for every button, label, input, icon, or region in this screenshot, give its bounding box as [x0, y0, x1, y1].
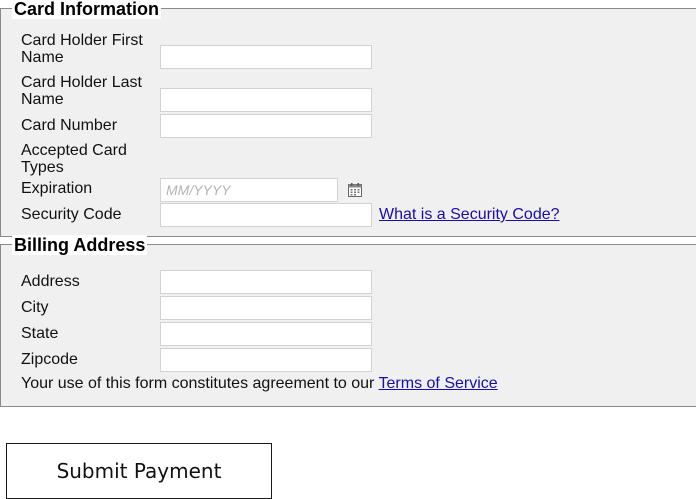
first-name-input[interactable] [160, 45, 372, 69]
city-input[interactable] [160, 296, 372, 320]
address-input[interactable] [160, 270, 372, 294]
card-information-legend: Card Information [12, 0, 162, 19]
zipcode-input[interactable] [160, 348, 372, 372]
security-code-label: Security Code [21, 206, 122, 223]
card-number-input[interactable] [160, 114, 372, 138]
billing-address-legend: Billing Address [12, 235, 148, 255]
expiration-input[interactable] [160, 178, 338, 202]
state-label: State [21, 325, 59, 342]
last-name-label: Card Holder Last Name [21, 74, 142, 108]
first-name-label: Card Holder First Name [21, 32, 143, 66]
submit-payment-button[interactable]: Submit Payment [6, 443, 272, 499]
city-label: City [21, 299, 49, 316]
zipcode-label: Zipcode [21, 351, 78, 368]
terms-statement: Your use of this form constitutes agreem… [21, 375, 498, 392]
security-code-input[interactable] [160, 203, 372, 227]
last-name-input[interactable] [160, 88, 372, 112]
expiration-label: Expiration [21, 180, 93, 197]
card-number-label: Card Number [21, 117, 118, 134]
address-label: Address [21, 273, 80, 290]
state-input[interactable] [160, 322, 372, 346]
calendar-icon[interactable] [346, 181, 364, 199]
accepted-card-types-label: Accepted Card Types [21, 142, 127, 176]
terms-text: Your use of this form constitutes agreem… [21, 375, 379, 392]
security-code-help-link[interactable]: What is a Security Code? [379, 206, 560, 223]
terms-of-service-link[interactable]: Terms of Service [379, 375, 498, 392]
